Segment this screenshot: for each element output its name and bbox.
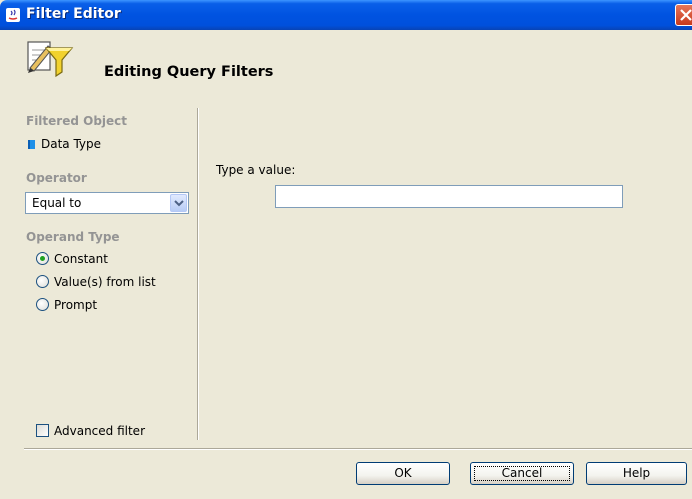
footer-divider [24, 448, 692, 450]
advanced-filter-checkbox[interactable] [36, 424, 49, 437]
radio-button[interactable] [36, 298, 49, 311]
filtered-object-value: Data Type [41, 137, 102, 151]
cancel-button[interactable]: Cancel [470, 462, 574, 485]
java-app-icon [5, 7, 21, 23]
operator-dropdown-button[interactable] [170, 194, 187, 212]
ok-button[interactable]: OK [356, 462, 450, 485]
window-title: Filter Editor [26, 6, 121, 22]
data-object-icon [28, 140, 35, 149]
radio-button[interactable] [36, 275, 49, 288]
operand-option-label: Prompt [54, 298, 98, 312]
value-input[interactable] [275, 185, 623, 208]
operand-option-label: Value(s) from list [54, 275, 156, 289]
operator-label: Operator [26, 171, 87, 185]
title-bar[interactable]: Filter Editor [0, 0, 692, 30]
operator-select[interactable]: Equal to [25, 192, 189, 214]
close-icon [680, 9, 692, 21]
operator-selected-value: Equal to [32, 196, 82, 210]
filter-edit-icon [22, 38, 82, 84]
focus-ring [474, 466, 570, 481]
type-value-label: Type a value: [216, 163, 296, 177]
chevron-down-icon [174, 200, 184, 207]
advanced-filter-label: Advanced filter [54, 424, 146, 438]
panel-divider [197, 108, 199, 440]
help-button[interactable]: Help [586, 462, 687, 485]
radio-button[interactable] [36, 252, 49, 265]
operand-type-label: Operand Type [26, 230, 120, 244]
filtered-object-label: Filtered Object [26, 114, 128, 128]
close-button[interactable] [675, 4, 692, 26]
header-title: Editing Query Filters [104, 64, 274, 80]
operand-option-label: Constant [54, 252, 108, 266]
